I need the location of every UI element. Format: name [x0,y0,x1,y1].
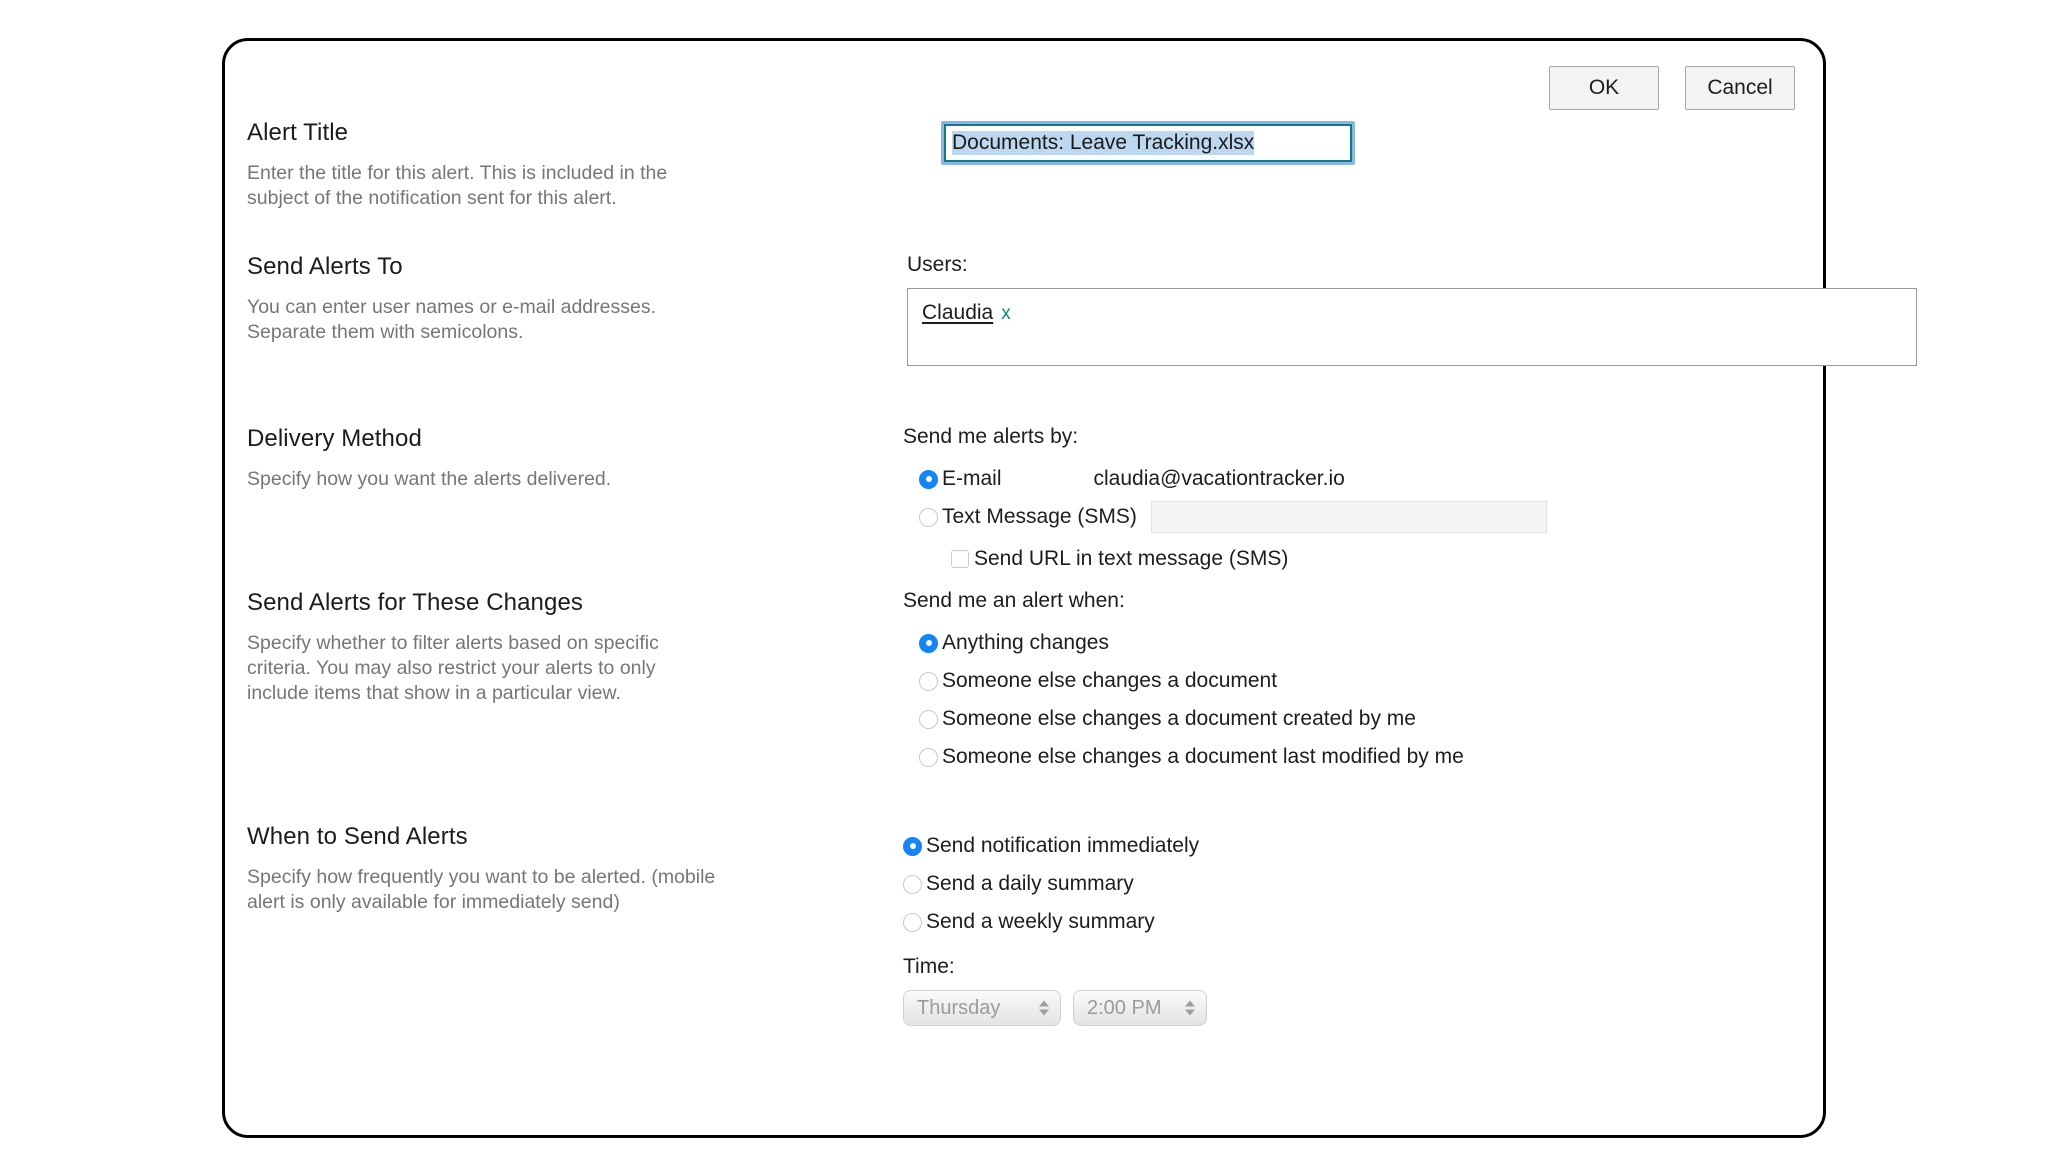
settings-sections: Alert Title Enter the title for this ale… [225,119,1917,1053]
alert-changes-prompt: Send me an alert when: [903,589,1125,612]
change-option-modified-by-me-label[interactable]: Someone else changes a document last mod… [942,745,1464,769]
alert-title-input[interactable] [944,124,1352,162]
delivery-method-prompt: Send me alerts by: [903,425,1079,448]
users-input-box[interactable]: Claudia x [907,288,1917,366]
screen: OK Cancel Alert Title Enter the title fo… [0,0,2048,1176]
user-chip: Claudia x [922,301,1011,325]
delivery-option-email-label[interactable]: E-mail [942,467,1002,491]
remove-user-icon[interactable]: x [1001,303,1011,325]
radio-weekly-icon[interactable] [903,912,922,932]
radio-immediately-icon[interactable] [903,836,922,856]
change-option-created-by-me[interactable]: Someone else changes a document created … [919,700,1823,738]
delivery-option-send-url-label[interactable]: Send URL in text message (SMS) [974,547,1288,571]
radio-modified-by-me-icon[interactable] [919,747,938,767]
users-label: Users: [907,253,968,276]
alert-title-description: Enter the title for this alert. This is … [247,162,668,209]
change-option-someone-document[interactable]: Someone else changes a document [919,662,1823,700]
delivery-method-description: Specify how you want the alerts delivere… [247,468,612,490]
section-send-alerts-to: Send Alerts To You can enter user names … [225,253,1917,425]
change-option-modified-by-me[interactable]: Someone else changes a document last mod… [919,738,1823,776]
alert-title-control [733,119,1823,253]
alert-settings-dialog: OK Cancel Alert Title Enter the title fo… [222,38,1917,1138]
when-to-send-info: When to Send Alerts Specify how frequent… [225,823,733,1053]
section-alert-changes: Send Alerts for These Changes Specify wh… [225,589,1823,823]
when-to-send-control: Send notification immediately Send a dai… [733,823,1823,1053]
radio-someone-document-icon[interactable] [919,671,938,691]
schedule-option-weekly[interactable]: Send a weekly summary [903,903,1823,941]
schedule-option-weekly-label[interactable]: Send a weekly summary [926,910,1155,934]
schedule-option-immediately-label[interactable]: Send notification immediately [926,834,1199,858]
delivery-option-sms-label[interactable]: Text Message (SMS) [942,505,1137,529]
delivery-method-info: Delivery Method Specify how you want the… [225,425,733,589]
change-option-created-by-me-label[interactable]: Someone else changes a document created … [942,707,1416,731]
alert-title-info: Alert Title Enter the title for this ale… [225,119,733,253]
schedule-option-daily-label[interactable]: Send a daily summary [926,872,1134,896]
change-option-someone-document-label[interactable]: Someone else changes a document [942,669,1277,693]
radio-created-by-me-icon[interactable] [919,709,938,729]
chevron-updown-icon [1039,1000,1049,1016]
cancel-button[interactable]: Cancel [1685,66,1795,110]
radio-email-icon[interactable] [919,469,938,489]
when-to-send-heading: When to Send Alerts [247,823,468,850]
send-alerts-to-description: You can enter user names or e-mail addre… [247,296,656,343]
change-option-anything[interactable]: Anything changes [919,624,1823,662]
dialog-action-buttons: OK Cancel [1549,66,1795,110]
delivery-method-control: Send me alerts by: E-mail claudia@vacati… [733,425,1823,589]
alert-changes-info: Send Alerts for These Changes Specify wh… [225,589,733,823]
delivery-email-address: claudia@vacationtracker.io [1093,467,1345,490]
send-alerts-to-control: Users: Claudia x [733,253,1917,425]
alert-changes-heading: Send Alerts for These Changes [247,589,583,616]
delivery-option-email[interactable]: E-mail claudia@vacationtracker.io [919,460,1823,498]
ok-button[interactable]: OK [1549,66,1659,110]
time-selectors: Thursday 2:00 PM [903,990,1823,1026]
radio-daily-icon[interactable] [903,874,922,894]
chevron-updown-icon [1185,1000,1195,1016]
section-when-to-send: When to Send Alerts Specify how frequent… [225,823,1823,1053]
delivery-option-send-url[interactable]: Send URL in text message (SMS) [951,540,1823,578]
checkbox-send-url-icon[interactable] [951,550,969,568]
alert-title-heading: Alert Title [247,119,349,146]
time-of-day-select[interactable]: 2:00 PM [1073,990,1207,1026]
change-option-anything-label[interactable]: Anything changes [942,631,1109,655]
when-to-send-description: Specify how frequently you want to be al… [247,866,716,913]
radio-anything-changes-icon[interactable] [919,633,938,653]
delivery-method-heading: Delivery Method [247,425,422,452]
send-alerts-to-info: Send Alerts To You can enter user names … [225,253,733,425]
send-alerts-to-heading: Send Alerts To [247,253,403,280]
section-delivery-method: Delivery Method Specify how you want the… [225,425,1823,589]
time-of-day-value: 2:00 PM [1087,996,1162,1019]
time-label: Time: [903,955,955,978]
day-of-week-value: Thursday [917,996,1001,1019]
radio-sms-icon[interactable] [919,507,938,527]
day-of-week-select[interactable]: Thursday [903,990,1061,1026]
schedule-option-immediately[interactable]: Send notification immediately [903,827,1823,865]
sms-number-input[interactable] [1150,501,1547,533]
section-alert-title: Alert Title Enter the title for this ale… [225,119,1823,253]
alert-changes-control: Send me an alert when: Anything changes … [733,589,1823,823]
alert-changes-description: Specify whether to filter alerts based o… [247,632,659,704]
alert-title-input-wrapper [941,121,1355,165]
schedule-option-daily[interactable]: Send a daily summary [903,865,1823,903]
user-chip-name[interactable]: Claudia [922,301,993,325]
delivery-option-sms[interactable]: Text Message (SMS) [919,498,1823,536]
